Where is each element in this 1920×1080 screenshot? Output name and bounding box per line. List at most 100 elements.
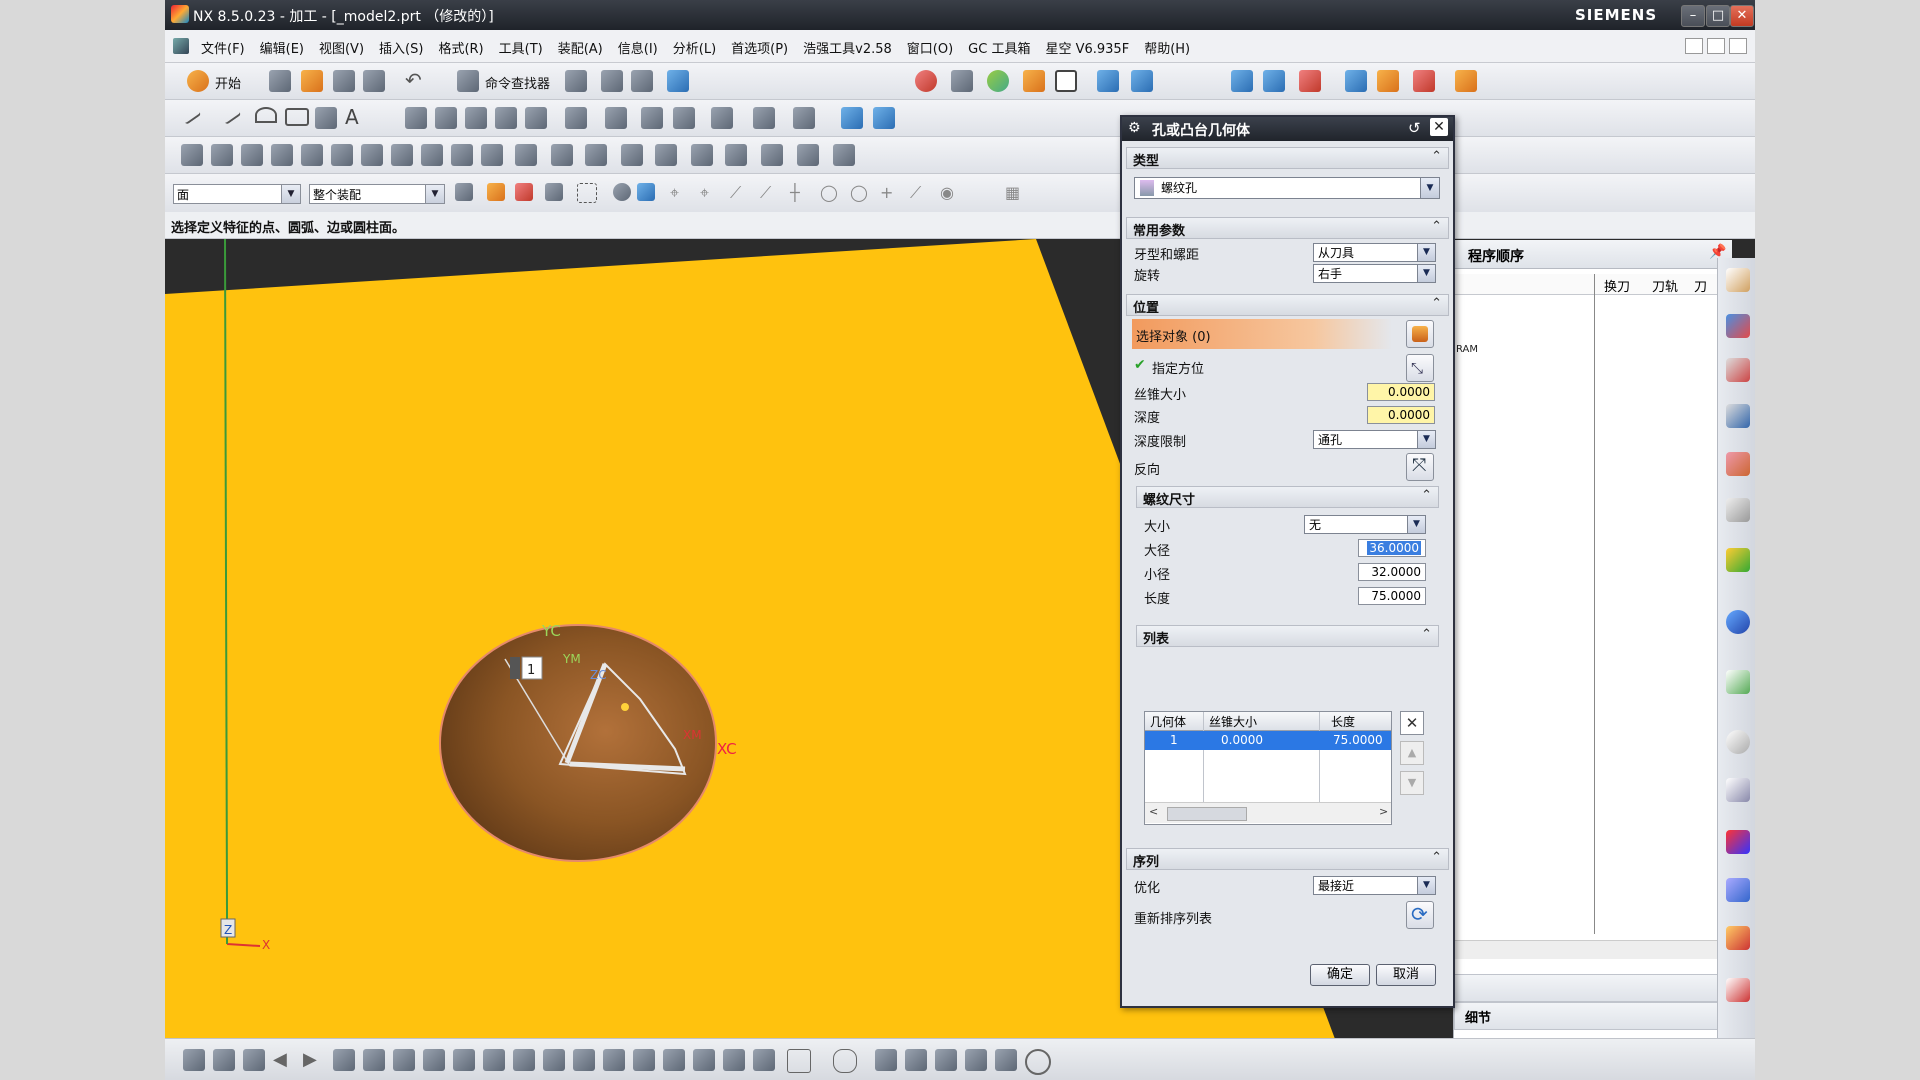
ruler-icon[interactable] xyxy=(1455,70,1477,92)
box-icon[interactable] xyxy=(787,1049,811,1073)
assembly-navigator-icon[interactable] xyxy=(1726,268,1750,292)
column-tool[interactable]: 刀 xyxy=(1694,276,1707,295)
snap-intersection-icon[interactable]: ⟋ xyxy=(760,183,778,202)
dependencies-panel-bar[interactable] xyxy=(1454,974,1726,1002)
start-button-label[interactable]: 开始 xyxy=(215,73,241,92)
copy-icon[interactable] xyxy=(631,70,653,92)
close-window-button[interactable]: ✕ xyxy=(1730,5,1754,27)
column-tool-change[interactable]: 换刀 xyxy=(1604,276,1630,295)
section-list[interactable]: 列表 ⌃ xyxy=(1136,625,1439,647)
scope-filter-combo[interactable]: 整个装配 ▼ xyxy=(309,184,445,204)
sphere-select-icon[interactable] xyxy=(613,183,631,201)
paste-object-icon[interactable] xyxy=(655,144,677,166)
blank-icon[interactable] xyxy=(363,1049,385,1071)
type-dropdown[interactable]: 螺纹孔 ▼ xyxy=(1134,177,1440,199)
clip-section-icon[interactable] xyxy=(1131,70,1153,92)
wcs-origin-icon[interactable] xyxy=(905,1049,927,1071)
text-icon[interactable]: A xyxy=(345,105,367,129)
collapse-chevron-icon[interactable]: ⌃ xyxy=(1421,488,1432,503)
collapse-chevron-icon[interactable]: ⌃ xyxy=(1431,850,1442,865)
snap-pole-icon[interactable]: ▦ xyxy=(1005,183,1023,202)
project-curve-icon[interactable] xyxy=(525,107,547,129)
sew-icon[interactable] xyxy=(543,1049,565,1071)
snap-on-curve-icon[interactable]: ⟋ xyxy=(910,183,928,202)
optimize-dropdown[interactable]: 最接近 ▼ xyxy=(1313,876,1436,895)
cam-setup-icon[interactable] xyxy=(183,1049,205,1071)
system-materials-icon[interactable] xyxy=(1726,778,1750,802)
process-studio-icon[interactable] xyxy=(1726,830,1750,854)
save-all-icon[interactable] xyxy=(363,70,385,92)
reuse-library-icon[interactable] xyxy=(1726,926,1750,950)
create-program-icon[interactable] xyxy=(181,144,203,166)
collapse-chevron-icon[interactable]: ⌃ xyxy=(1431,296,1442,311)
feature-machining-icon[interactable] xyxy=(833,144,855,166)
delete-object-icon[interactable] xyxy=(691,144,713,166)
doc-restore-button[interactable] xyxy=(1707,38,1725,54)
hole-feature-icon[interactable] xyxy=(641,107,663,129)
remove-item-button[interactable]: ✕ xyxy=(1400,711,1424,735)
generate-toolpath-icon[interactable] xyxy=(451,144,473,166)
menu-analysis[interactable]: 分析(L) xyxy=(673,38,716,57)
collapse-chevron-icon[interactable]: ⌃ xyxy=(1421,627,1432,642)
specify-orientation-button[interactable]: ⤡ xyxy=(1406,354,1434,382)
extract-geometry-icon[interactable] xyxy=(513,1049,535,1071)
create-operation-icon[interactable] xyxy=(301,144,323,166)
unite-icon[interactable] xyxy=(711,107,733,129)
verify-icon[interactable] xyxy=(1345,70,1367,92)
machine-navigator-icon[interactable] xyxy=(1726,452,1750,476)
snap-tangent-icon[interactable]: ┼ xyxy=(790,183,808,202)
forward-arrow-icon[interactable]: ▶ xyxy=(303,1049,325,1071)
move-up-button[interactable]: ▲ xyxy=(1400,741,1424,765)
select-object-row[interactable]: 选择对象 (0) xyxy=(1132,319,1392,349)
document-menu-icon[interactable] xyxy=(173,38,189,54)
palette-icon[interactable] xyxy=(1726,548,1750,572)
major-diameter-input[interactable]: 36.0000 xyxy=(1358,539,1426,557)
snap-on-surface-icon[interactable]: ◉ xyxy=(940,183,958,202)
menu-haoqiang-tools[interactable]: 浩强工具v2.58 xyxy=(803,38,892,57)
create-tool-icon[interactable] xyxy=(211,144,233,166)
invert-show-icon[interactable] xyxy=(423,1049,445,1071)
view-section-icon[interactable] xyxy=(453,1049,475,1071)
origin-handle-icon[interactable] xyxy=(621,703,629,711)
ok-button[interactable]: 确定 xyxy=(1310,964,1370,986)
machining-method-view-icon[interactable] xyxy=(421,144,443,166)
snap-control-icon[interactable]: ⟋ xyxy=(730,183,748,202)
orient-view-icon[interactable] xyxy=(1097,70,1119,92)
snap-endpoint-icon[interactable]: ⌖ xyxy=(670,183,688,202)
menu-window[interactable]: 窗口(O) xyxy=(907,38,953,57)
list-toolpath-icon[interactable] xyxy=(515,144,537,166)
save-icon[interactable] xyxy=(333,70,355,92)
simulate-icon[interactable] xyxy=(1299,70,1321,92)
command-finder-label[interactable]: 命令查找器 xyxy=(485,73,550,92)
navigator-hscroll[interactable] xyxy=(1454,940,1724,959)
patch-icon[interactable] xyxy=(573,1049,595,1071)
table-hscroll[interactable]: < > xyxy=(1145,802,1391,823)
cut-object-icon[interactable] xyxy=(585,144,607,166)
new-file-icon[interactable] xyxy=(269,70,291,92)
maximize-button[interactable]: □ xyxy=(1706,5,1730,27)
render-style-icon[interactable] xyxy=(987,70,1009,92)
select-all-icon[interactable] xyxy=(515,183,533,201)
datum-icon[interactable] xyxy=(483,1049,505,1071)
create-geometry-icon[interactable] xyxy=(241,144,263,166)
window-icon[interactable] xyxy=(565,70,587,92)
menu-xingkong[interactable]: 星空 V6.935F xyxy=(1045,38,1129,57)
menu-preferences[interactable]: 首选项(P) xyxy=(731,38,788,57)
offset-curve-icon[interactable] xyxy=(405,107,427,129)
section-thread-size[interactable]: 螺纹尺寸 ⌃ xyxy=(1136,486,1439,508)
subtract-icon[interactable] xyxy=(753,107,775,129)
polygon-icon[interactable] xyxy=(833,1049,857,1073)
rectangle-select-icon[interactable] xyxy=(577,183,597,203)
menu-tools[interactable]: 工具(T) xyxy=(499,38,543,57)
start-icon[interactable] xyxy=(187,70,209,92)
bridge-curve-icon[interactable] xyxy=(465,107,487,129)
join-curve-icon[interactable] xyxy=(495,107,517,129)
operation-navigator-tab-icon[interactable] xyxy=(1726,404,1750,428)
collapse-chevron-icon[interactable]: ⌃ xyxy=(1431,219,1442,234)
measure-icon[interactable] xyxy=(667,70,689,92)
scroll-right-icon[interactable]: > xyxy=(1379,805,1388,818)
operation-navigator-icon[interactable] xyxy=(1231,70,1253,92)
edit-object-icon[interactable] xyxy=(551,144,573,166)
menu-insert[interactable]: 插入(S) xyxy=(379,38,423,57)
header-length[interactable]: 长度 xyxy=(1331,713,1355,730)
